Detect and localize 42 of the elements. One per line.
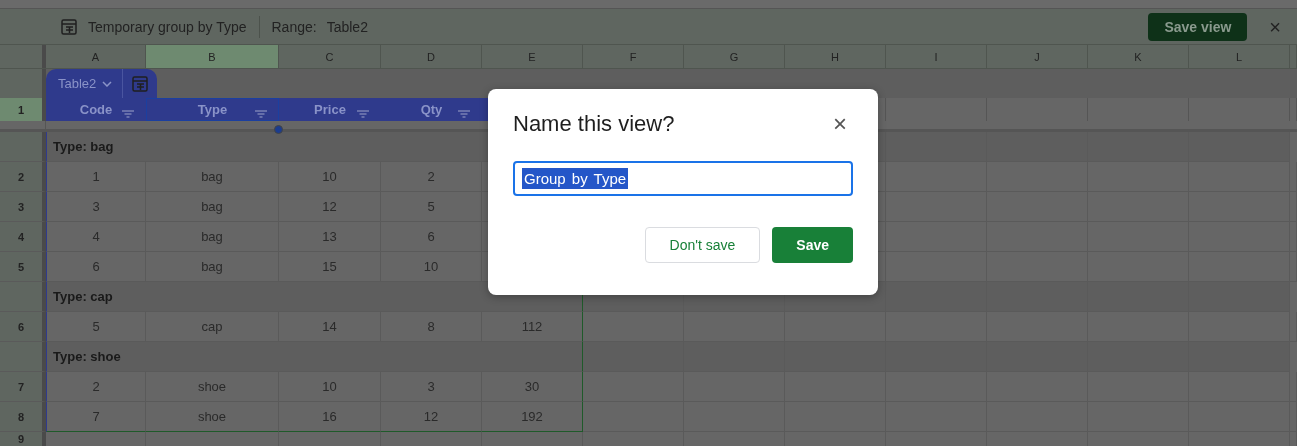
column-header[interactable]: H [785,45,886,68]
close-button[interactable]: × [1265,16,1285,37]
column-header[interactable]: L [1189,45,1290,68]
column-header[interactable]: C [279,45,381,68]
row-number: 4 [0,222,46,252]
table-icon [60,17,78,36]
row-header [0,342,46,372]
row-number: 2 [0,162,46,192]
table-column-header[interactable]: Code [46,98,146,121]
table-column-header[interactable]: Type [146,98,279,121]
column-header[interactable]: F [583,45,684,68]
group-label: Type: shoe [46,342,583,372]
filter-icon[interactable] [357,110,369,118]
column-header[interactable]: G [684,45,785,68]
row-number: 1 [0,98,46,121]
save-button[interactable]: Save [772,227,853,263]
close-button[interactable]: × [827,112,853,136]
row-number: 6 [0,312,46,342]
filter-icon[interactable] [122,110,134,118]
row-header [0,282,46,312]
group-label: Type: cap [46,282,583,312]
dont-save-button[interactable]: Don't save [644,227,761,263]
column-header[interactable]: K [1088,45,1189,68]
table-icon [131,74,150,93]
row-number: 5 [0,252,46,282]
filter-icon[interactable] [458,110,470,118]
column-header[interactable]: D [381,45,482,68]
range-value: Table2 [326,18,368,35]
chevron-down-icon [102,80,113,87]
row-number: 3 [0,192,46,222]
view-title: Temporary group by Type [88,18,247,35]
row-number: 9 [0,432,46,446]
column-header[interactable]: B [146,45,279,68]
range-label: Range: [271,18,317,35]
row-number: 8 [0,402,46,432]
filter-icon[interactable] [255,110,267,118]
table-column-header[interactable]: Price [279,98,381,121]
row-number: 7 [0,372,46,402]
column-header[interactable]: E [482,45,583,68]
save-view-button[interactable]: Save view [1148,12,1248,41]
column-header[interactable]: J [987,45,1088,68]
table-column-header[interactable]: Qty [381,98,482,121]
